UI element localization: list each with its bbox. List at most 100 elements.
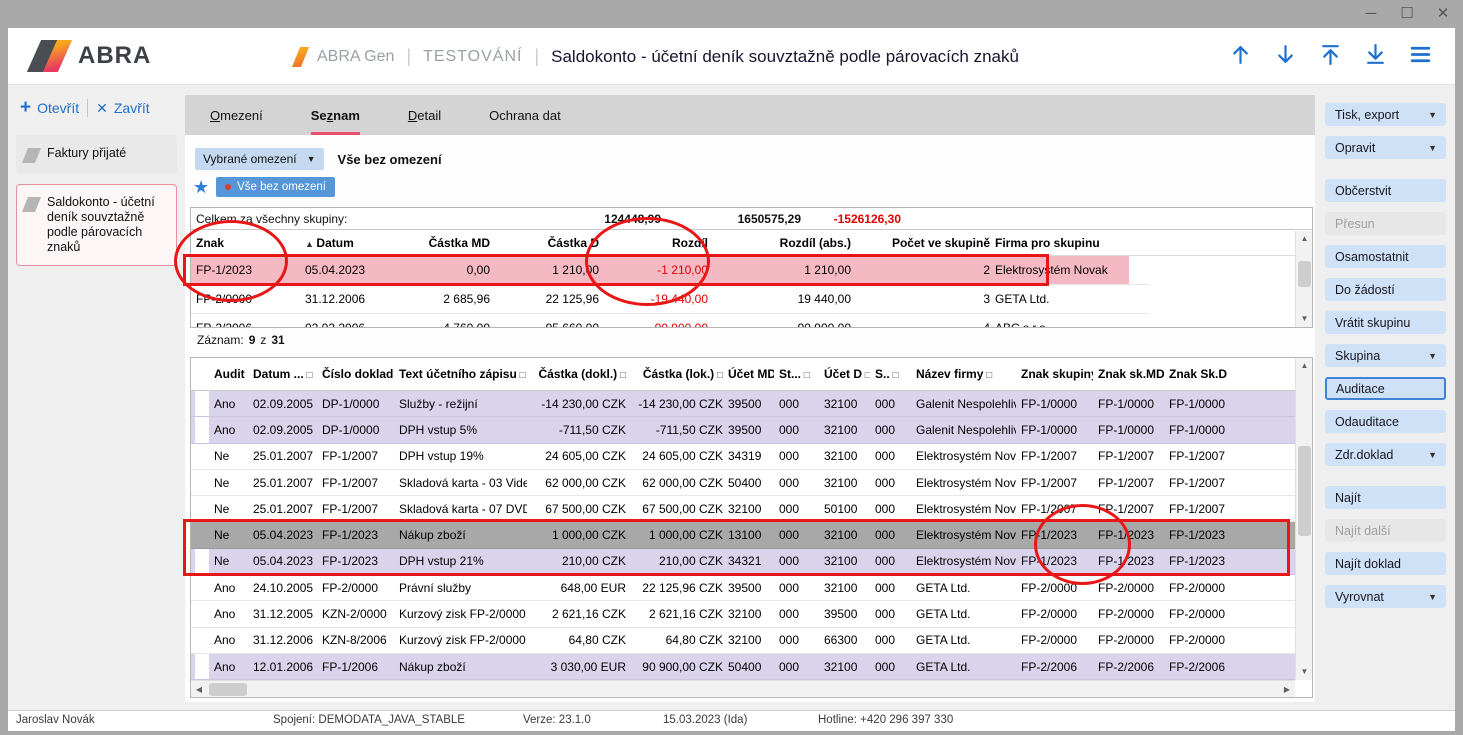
plus-icon: + bbox=[20, 101, 31, 115]
column-header: ▲ Částka D bbox=[495, 236, 599, 250]
chevron-down-icon: ▼ bbox=[1428, 110, 1437, 120]
action-button[interactable]: Osamostatnit▼ bbox=[1325, 245, 1446, 268]
group-row[interactable]: FP-2/0000 31.12.2006 2 685,96 22 125,96 … bbox=[191, 285, 1149, 314]
journal-row[interactable]: Ne 05.04.2023 FP-1/2023 Nákup zboží 1 00… bbox=[191, 522, 1312, 548]
row-gutter bbox=[195, 601, 209, 626]
journal-row[interactable]: Ano 31.12.2005 KZN-2/0000 Kurzový zisk F… bbox=[191, 601, 1312, 627]
open-window-item[interactable]: Saldokonto - účetní deník souvztažně pod… bbox=[16, 184, 177, 266]
restriction-chip[interactable]: Vše bez omezení bbox=[216, 177, 335, 197]
scroll-up-icon[interactable]: ▲ bbox=[1296, 231, 1313, 247]
journal-grid-header[interactable]: Audit □Datum ... □Číslo dokladu □Text úč… bbox=[191, 358, 1312, 391]
action-button[interactable]: Skupina▼ bbox=[1325, 344, 1446, 367]
abra-logo: ABRA bbox=[30, 40, 151, 72]
groups-scrollbar[interactable]: ▲ ▼ bbox=[1295, 231, 1312, 327]
scrollbar-thumb[interactable] bbox=[209, 683, 247, 696]
window-titlebar: ─ ☐ ✕ bbox=[0, 0, 1463, 28]
status-bar: Jaroslav Novák Spojení: DEMODATA_JAVA_ST… bbox=[8, 710, 1455, 731]
column-header: ▲ Počet ve skupině bbox=[856, 236, 990, 250]
journal-row[interactable]: Ne 25.01.2007 FP-1/2007 Skladová karta -… bbox=[191, 470, 1312, 496]
favorite-star-icon[interactable]: ★ bbox=[193, 178, 209, 196]
action-button[interactable]: Opravit▼ bbox=[1325, 136, 1446, 159]
column-header: Znak Sk.D □ bbox=[1169, 367, 1229, 381]
tab[interactable]: Omezení bbox=[210, 95, 263, 135]
action-button[interactable]: Zdr.doklad▼ bbox=[1325, 443, 1446, 466]
action-button[interactable]: Do žádostí▼ bbox=[1325, 278, 1446, 301]
row-gutter bbox=[195, 628, 209, 653]
tab-bar: Omezení Seznam Detail Ochrana dat bbox=[185, 95, 1315, 135]
move-bottom-icon[interactable] bbox=[1363, 42, 1388, 67]
app-name: ABRA Gen bbox=[317, 48, 394, 66]
scrollbar-thumb[interactable] bbox=[1298, 261, 1311, 287]
close-window-button[interactable]: ✕ Zavřít bbox=[96, 100, 150, 117]
tab[interactable]: Ochrana dat bbox=[489, 95, 561, 135]
groups-grid-header[interactable]: ▲ Znak▲ Datum▲ Částka MD▲ Částka D▲ Rozd… bbox=[191, 230, 1312, 256]
action-button[interactable]: Najít další▼ bbox=[1325, 519, 1446, 542]
column-header: Název firmy □ bbox=[916, 367, 1016, 381]
menu-icon[interactable] bbox=[1408, 42, 1433, 67]
row-gutter bbox=[195, 417, 209, 442]
journal-row[interactable]: Ne 25.01.2007 FP-1/2007 DPH vstup 19% 24… bbox=[191, 444, 1312, 470]
action-button[interactable]: Občerstvit▼ bbox=[1325, 179, 1446, 202]
tab[interactable]: Seznam bbox=[311, 95, 360, 135]
journal-row[interactable]: Ano 02.09.2005 DP-1/0000 DPH vstup 5% -7… bbox=[191, 417, 1312, 443]
slash-icon bbox=[292, 47, 309, 67]
journal-row[interactable]: Ne 05.04.2023 FP-1/2023 DPH vstup 21% 21… bbox=[191, 549, 1312, 575]
scroll-left-icon[interactable]: ◀ bbox=[191, 681, 207, 698]
maximize-icon[interactable]: ☐ bbox=[1397, 4, 1417, 24]
page-title: Saldokonto - účetní deník souvztažně pod… bbox=[551, 47, 1019, 67]
column-header: St... □ bbox=[779, 367, 819, 381]
action-button[interactable]: Auditace▼ bbox=[1325, 377, 1446, 400]
journal-vscrollbar[interactable]: ▲ ▼ bbox=[1295, 358, 1312, 680]
journal-row[interactable]: Ano 24.10.2005 FP-2/0000 Právní služby 6… bbox=[191, 575, 1312, 601]
minimize-icon[interactable]: ─ bbox=[1361, 4, 1381, 24]
app-body: + Otevřít ✕ Zavřít Faktury přijaté Saldo… bbox=[8, 85, 1455, 710]
journal-hscrollbar[interactable]: ◀ ▶ bbox=[191, 680, 1295, 697]
divider: | bbox=[406, 46, 411, 67]
journal-grid: Audit □Datum ... □Číslo dokladu □Text úč… bbox=[190, 357, 1313, 698]
status-hotline: Hotline: +420 296 397 330 bbox=[818, 714, 953, 726]
action-button[interactable]: Přesun▼ bbox=[1325, 212, 1446, 235]
column-header: ▲ Rozdíl bbox=[604, 236, 708, 250]
group-row[interactable]: FP-1/2023 05.04.2023 0,00 1 210,00 -1 21… bbox=[191, 256, 1149, 285]
move-up-icon[interactable] bbox=[1228, 42, 1253, 67]
logo-text: ABRA bbox=[78, 42, 151, 70]
column-header: S.. □ bbox=[875, 367, 911, 381]
open-windows-panel: + Otevřít ✕ Zavřít Faktury přijaté Saldo… bbox=[8, 85, 185, 710]
chevron-down-icon: ▼ bbox=[1428, 351, 1437, 361]
journal-row[interactable]: Ano 12.01.2006 FP-1/2006 Nákup zboží 3 0… bbox=[191, 654, 1312, 680]
action-button[interactable]: Vyrovnat▼ bbox=[1325, 585, 1446, 608]
action-button[interactable]: Vrátit skupinu▼ bbox=[1325, 311, 1446, 334]
open-window-item[interactable]: Faktury přijaté bbox=[16, 135, 177, 174]
column-header: Částka (dokl.) □ bbox=[532, 367, 626, 381]
journal-row[interactable]: Ano 31.12.2006 KZN-8/2006 Kurzový zisk F… bbox=[191, 628, 1312, 654]
chevron-down-icon: ▼ bbox=[1428, 450, 1437, 460]
open-button[interactable]: + Otevřít bbox=[20, 100, 79, 116]
column-header: Číslo dokladu □ bbox=[322, 367, 394, 381]
column-header: Znak sk.MD □ bbox=[1098, 367, 1164, 381]
move-top-icon[interactable] bbox=[1318, 42, 1343, 67]
group-row[interactable]: FP-2/2006 02.02.2006 4 760,00 95 660,00 … bbox=[191, 314, 1149, 327]
current-restriction-value: Vše bez omezení bbox=[338, 152, 442, 167]
action-button[interactable]: Tisk, export▼ bbox=[1325, 103, 1446, 126]
action-button[interactable]: Najít▼ bbox=[1325, 486, 1446, 509]
abra-logo-icon bbox=[30, 40, 74, 72]
selected-restriction-dropdown[interactable]: Vybrané omezení▼ bbox=[195, 148, 324, 170]
journal-row[interactable]: Ano 02.09.2005 DP-1/0000 Služby - režijn… bbox=[191, 391, 1312, 417]
action-button[interactable]: Odauditace▼ bbox=[1325, 410, 1446, 433]
divider bbox=[87, 99, 88, 117]
journal-row[interactable]: Ne 25.01.2007 FP-1/2007 Skladová karta -… bbox=[191, 496, 1312, 522]
status-version: Verze: 23.1.0 bbox=[523, 714, 591, 726]
scroll-up-icon[interactable]: ▲ bbox=[1296, 358, 1313, 374]
scrollbar-thumb[interactable] bbox=[1298, 446, 1311, 536]
actions-panel: Tisk, export▼ Opravit▼ Občerstvit▼ Přesu… bbox=[1315, 85, 1455, 710]
close-icon[interactable]: ✕ bbox=[1433, 4, 1453, 24]
scroll-down-icon[interactable]: ▼ bbox=[1296, 664, 1313, 680]
action-button[interactable]: Najít doklad▼ bbox=[1325, 552, 1446, 575]
divider: | bbox=[534, 46, 539, 67]
scroll-right-icon[interactable]: ▶ bbox=[1279, 681, 1295, 698]
row-gutter bbox=[195, 391, 209, 416]
move-down-icon[interactable] bbox=[1273, 42, 1298, 67]
tab[interactable]: Detail bbox=[408, 95, 441, 135]
row-gutter bbox=[195, 444, 209, 469]
scroll-down-icon[interactable]: ▼ bbox=[1296, 311, 1313, 327]
